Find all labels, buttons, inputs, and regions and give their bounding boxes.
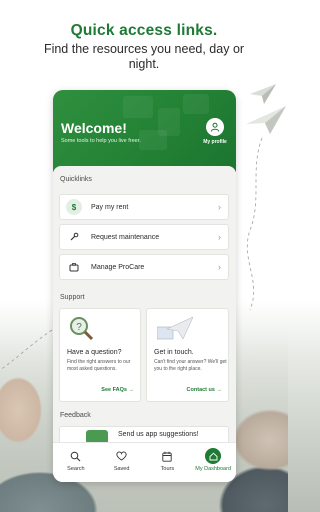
faq-card-title: Have a question? <box>67 349 122 356</box>
dollar-icon: $ <box>66 199 82 215</box>
faq-card[interactable]: ? Have a question? Find the right answer… <box>59 308 141 402</box>
dashboard-content: Quicklinks $ Pay my rent › Request maint… <box>53 166 236 482</box>
chevron-right-icon: › <box>218 262 221 272</box>
feedback-text: Send us app suggestions! <box>118 431 199 438</box>
tab-search[interactable]: Search <box>56 449 96 472</box>
welcome-title: Welcome! <box>61 120 127 136</box>
faq-card-description: Find the right answers to our most asked… <box>67 359 131 372</box>
app-screen: Welcome! Some tools to help you live fre… <box>53 90 236 482</box>
contact-us-label: Contact us <box>186 387 215 393</box>
quicklinks-heading: Quicklinks <box>60 176 92 183</box>
feedback-heading: Feedback <box>60 412 91 419</box>
paper-plane-icon <box>157 317 193 340</box>
see-faqs-link[interactable]: See FAQs → <box>101 387 134 393</box>
my-profile-button[interactable]: My profile <box>197 118 233 145</box>
wrench-icon <box>66 229 82 245</box>
promo-headline: Quick access links. <box>70 22 218 39</box>
heart-icon <box>102 449 142 463</box>
chevron-right-icon: › <box>218 202 221 212</box>
welcome-tagline: Some tools to help you live freer. <box>61 138 141 144</box>
tab-label: My Dashboard <box>195 466 232 472</box>
contact-card-title: Get in touch. <box>154 349 194 356</box>
bottom-tab-bar: Search Saved Tours My Dashboard <box>53 442 236 482</box>
see-faqs-label: See FAQs <box>101 387 127 393</box>
tab-my-dashboard[interactable]: My Dashboard <box>193 448 233 472</box>
promo-subline: Find the resources you need, day or nigh… <box>43 42 245 71</box>
svg-text:?: ? <box>76 322 82 333</box>
arrow-right-icon: → <box>128 387 135 393</box>
tab-saved[interactable]: Saved <box>102 449 142 472</box>
chevron-right-icon: › <box>218 232 221 242</box>
magnifier-icon: ? <box>70 317 94 341</box>
paper-plane-icon <box>250 84 276 104</box>
tab-label: Search <box>67 466 85 472</box>
quicklink-manage-procare[interactable]: Manage ProCare › <box>59 254 229 280</box>
contact-card-description: Can't find your answer? We'll get you to… <box>154 359 227 372</box>
home-icon <box>205 448 222 464</box>
quicklink-request-maintenance[interactable]: Request maintenance › <box>59 224 229 250</box>
support-heading: Support <box>60 294 85 301</box>
tab-label: Saved <box>113 466 130 472</box>
tab-tours[interactable]: Tours <box>147 449 187 472</box>
arrow-right-icon: → <box>216 387 223 393</box>
quicklink-label: Request maintenance <box>91 233 160 241</box>
contact-us-link[interactable]: Contact us → <box>187 387 222 393</box>
tab-label: Tours <box>160 466 175 472</box>
briefcase-icon <box>66 259 82 275</box>
quicklink-label: Pay my rent <box>91 203 129 211</box>
welcome-banner: Welcome! Some tools to help you live fre… <box>53 90 236 172</box>
quicklink-pay-rent[interactable]: $ Pay my rent › <box>59 194 229 220</box>
contact-card[interactable]: Get in touch. Can't find your answer? We… <box>146 308 229 402</box>
my-profile-label: My profile <box>203 139 227 145</box>
search-icon <box>56 449 96 463</box>
user-icon <box>206 118 224 136</box>
quicklink-label: Manage ProCare <box>91 263 145 271</box>
calendar-icon <box>147 449 187 463</box>
